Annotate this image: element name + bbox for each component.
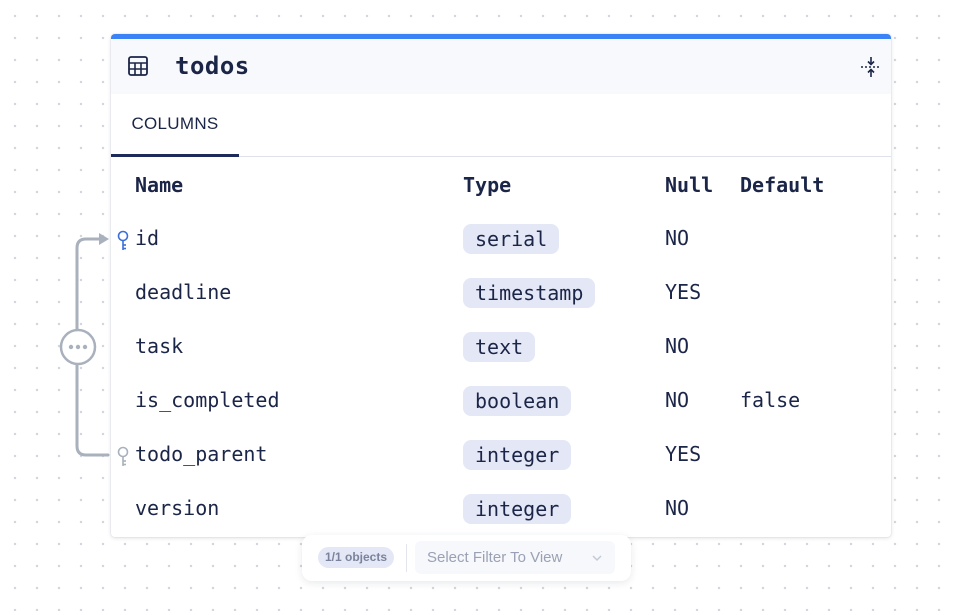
column-name: version bbox=[135, 496, 220, 520]
column-nullable: NO bbox=[665, 334, 690, 358]
arrow-head-icon bbox=[99, 233, 109, 245]
column-name: deadline bbox=[135, 280, 232, 304]
tab-bar: COLUMNS bbox=[111, 94, 891, 157]
column-row[interactable]: todo_parent integer YES bbox=[111, 429, 891, 483]
column-row[interactable]: is_completed boolean NO false bbox=[111, 375, 891, 429]
relation-handle[interactable] bbox=[59, 328, 97, 366]
tab-columns[interactable]: COLUMNS bbox=[111, 94, 239, 157]
collapse-button[interactable] bbox=[859, 55, 883, 79]
column-type-badge: text bbox=[463, 332, 536, 362]
column-name: task bbox=[135, 334, 184, 358]
column-type-badge: serial bbox=[463, 224, 560, 254]
columns-header-row: Name Type Null Default bbox=[111, 157, 891, 213]
column-default: false bbox=[740, 388, 801, 412]
header-type: Type bbox=[463, 173, 512, 197]
column-row[interactable]: version integer NO bbox=[111, 483, 891, 537]
header-null: Null bbox=[665, 173, 714, 197]
column-nullable: NO bbox=[665, 496, 690, 520]
primary-key-icon bbox=[117, 230, 129, 250]
column-nullable: YES bbox=[665, 280, 702, 304]
column-type-badge: timestamp bbox=[463, 278, 596, 308]
diagram-canvas[interactable]: todos COLUMNS Name Type Null Default id … bbox=[0, 0, 957, 611]
column-row[interactable]: deadline timestamp YES bbox=[111, 267, 891, 321]
table-icon bbox=[128, 56, 148, 76]
foreign-key-icon bbox=[117, 446, 129, 466]
column-name: todo_parent bbox=[135, 442, 268, 466]
column-nullable: NO bbox=[665, 226, 690, 250]
column-row[interactable]: id serial NO bbox=[111, 213, 891, 267]
column-name: is_completed bbox=[135, 388, 280, 412]
chevron-down-icon bbox=[592, 555, 602, 562]
column-nullable: NO bbox=[665, 388, 690, 412]
header-default: Default bbox=[740, 173, 825, 197]
table-header[interactable]: todos bbox=[111, 39, 891, 94]
column-nullable: YES bbox=[665, 442, 702, 466]
header-name: Name bbox=[135, 173, 184, 197]
ellipsis-icon bbox=[68, 344, 88, 350]
column-type-badge: integer bbox=[463, 494, 572, 524]
filter-toolbar: 1/1 objects Select Filter To View bbox=[302, 535, 631, 581]
column-name: id bbox=[135, 226, 160, 250]
toolbar-divider bbox=[406, 544, 407, 572]
objects-count-badge: 1/1 objects bbox=[318, 547, 395, 568]
columns-table: Name Type Null Default id serial NO dead… bbox=[111, 157, 891, 537]
column-type-badge: boolean bbox=[463, 386, 572, 416]
collapse-icon bbox=[861, 57, 881, 77]
column-row[interactable]: task text NO bbox=[111, 321, 891, 375]
column-type-badge: integer bbox=[463, 440, 572, 470]
filter-placeholder: Select Filter To View bbox=[427, 549, 563, 566]
table-node-todos[interactable]: todos COLUMNS Name Type Null Default id … bbox=[111, 34, 891, 537]
table-title: todos bbox=[175, 52, 250, 80]
filter-select[interactable]: Select Filter To View bbox=[415, 541, 615, 574]
